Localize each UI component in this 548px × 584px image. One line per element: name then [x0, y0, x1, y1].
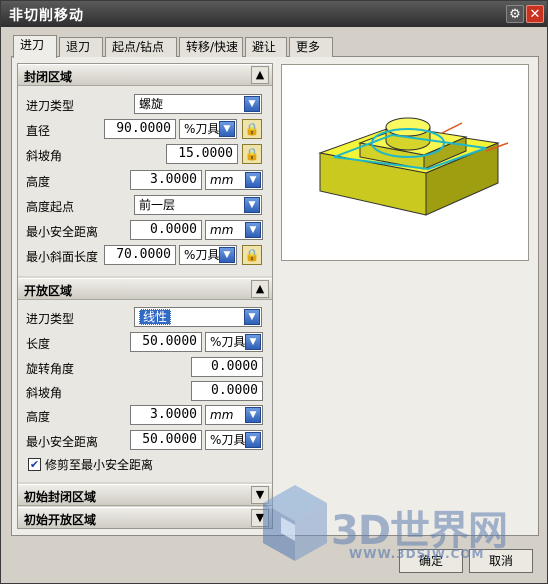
open-length-unit-select[interactable]: %刀具 ▼ [205, 332, 263, 352]
open-ramp-angle-label: 斜坡角 [26, 386, 63, 400]
dropdown-arrow-icon[interactable]: ▼ [245, 334, 261, 350]
open-rotation-label: 旋转角度 [26, 362, 75, 376]
closed-height-field[interactable]: 3.0000 [130, 170, 202, 190]
open-area-title: 开放区域 [24, 284, 73, 298]
tab-transfer-rapid[interactable]: 转移/快速 [179, 37, 243, 57]
chevron-up-icon[interactable]: ▲ [251, 280, 269, 298]
closed-ramp-angle-field[interactable]: 15.0000 [166, 144, 238, 164]
trim-label: 修剪至最小安全距离 [45, 458, 154, 472]
tab-start-drill-points[interactable]: 起点/钻点 [105, 37, 177, 57]
lock-icon[interactable]: 🔒 [242, 119, 262, 139]
dropdown-arrow-icon[interactable]: ▼ [244, 96, 260, 112]
closed-diameter-unit-select[interactable]: %刀具 ▼ [179, 119, 237, 139]
title-bar[interactable]: 非切削移动 ⚙ ✕ [1, 1, 547, 27]
closed-engage-type-select[interactable]: 螺旋 ▼ [134, 94, 262, 114]
closed-min-clearance-field[interactable]: 0.0000 [130, 220, 202, 240]
dropdown-arrow-icon[interactable]: ▼ [245, 172, 261, 188]
open-engage-type-label: 进刀类型 [26, 312, 75, 326]
closed-height-from-select[interactable]: 前一层 ▼ [134, 195, 262, 215]
open-rotation-field[interactable]: 0.0000 [191, 357, 263, 377]
initial-open-area-header[interactable]: 初始开放区域 ▼ [18, 507, 272, 528]
initial-open-area-title: 初始开放区域 [24, 513, 97, 527]
initial-closed-area-header[interactable]: 初始封闭区域 ▼ [18, 484, 272, 506]
trim-checkbox[interactable]: ✔ [28, 458, 41, 471]
dropdown-arrow-icon[interactable]: ▼ [245, 407, 261, 423]
open-height-field[interactable]: 3.0000 [130, 405, 202, 425]
closed-area-header[interactable]: 封闭区域 ▲ [18, 64, 272, 86]
dropdown-arrow-icon[interactable]: ▼ [244, 309, 260, 325]
open-ramp-angle-field[interactable]: 0.0000 [191, 381, 263, 401]
closed-min-clearance-unit-select[interactable]: mm ▼ [205, 220, 263, 240]
open-min-clearance-label: 最小安全距离 [26, 435, 99, 449]
dialog-window: 非切削移动 ⚙ ✕ 进刀 退刀 起点/钻点 转移/快速 避让 更多 封闭区域 ▲… [0, 0, 548, 584]
dropdown-arrow-icon[interactable]: ▼ [245, 432, 261, 448]
dropdown-arrow-icon[interactable]: ▼ [244, 197, 260, 213]
closed-min-ramp-length-unit-select[interactable]: %刀具 ▼ [179, 245, 237, 265]
closed-min-clearance-label: 最小安全距离 [26, 225, 99, 239]
watermark-cube-logo [263, 485, 327, 561]
tab-engage[interactable]: 进刀 [13, 35, 57, 58]
open-height-label: 高度 [26, 410, 51, 424]
gear-icon[interactable]: ⚙ [506, 5, 524, 23]
dropdown-arrow-icon[interactable]: ▼ [219, 247, 235, 263]
closed-diameter-label: 直径 [26, 124, 51, 138]
open-min-clearance-field[interactable]: 50.0000 [130, 430, 202, 450]
open-length-field[interactable]: 50.0000 [130, 332, 202, 352]
watermark-url: WWW.3DSJW.COM [349, 547, 485, 561]
open-area-header[interactable]: 开放区域 ▲ [18, 278, 272, 300]
closed-height-unit-select[interactable]: mm ▼ [205, 170, 263, 190]
closed-area-body: 进刀类型 螺旋 ▼ 直径 90.0000 %刀具 ▼ 🔒 斜坡角 15.0000… [18, 86, 272, 276]
dropdown-arrow-icon[interactable]: ▼ [245, 222, 261, 238]
closed-engage-type-label: 进刀类型 [26, 99, 75, 113]
closed-area-title: 封闭区域 [24, 70, 73, 84]
engage-preview-image [281, 64, 529, 261]
dropdown-arrow-icon[interactable]: ▼ [219, 121, 235, 137]
tab-avoidance[interactable]: 避让 [245, 37, 287, 57]
initial-closed-area-title: 初始封闭区域 [24, 490, 97, 504]
window-title: 非切削移动 [9, 8, 84, 24]
open-area-body: 进刀类型 线性 ▼ 长度 50.0000 %刀具 ▼ 旋转角度 0.0000 斜… [18, 300, 272, 482]
tab-more[interactable]: 更多 [289, 37, 333, 57]
engage-settings-panel: 封闭区域 ▲ 进刀类型 螺旋 ▼ 直径 90.0000 %刀具 ▼ 🔒 斜坡角 … [17, 63, 273, 529]
open-height-unit-select[interactable]: mm ▼ [205, 405, 263, 425]
tab-retract[interactable]: 退刀 [59, 37, 103, 57]
lock-icon[interactable]: 🔒 [242, 245, 262, 265]
open-engage-type-select[interactable]: 线性 ▼ [134, 307, 262, 327]
open-length-label: 长度 [26, 337, 51, 351]
closed-min-ramp-length-field[interactable]: 70.0000 [104, 245, 176, 265]
closed-diameter-field[interactable]: 90.0000 [104, 119, 176, 139]
closed-ramp-angle-label: 斜坡角 [26, 149, 63, 163]
closed-min-ramp-length-label: 最小斜面长度 [26, 250, 99, 264]
part-illustration [318, 117, 509, 216]
closed-height-from-label: 高度起点 [26, 200, 75, 214]
close-icon[interactable]: ✕ [526, 5, 544, 23]
lock-icon[interactable]: 🔒 [242, 144, 262, 164]
open-min-clearance-unit-select[interactable]: %刀具 ▼ [205, 430, 263, 450]
closed-height-label: 高度 [26, 175, 51, 189]
chevron-up-icon[interactable]: ▲ [251, 66, 269, 84]
